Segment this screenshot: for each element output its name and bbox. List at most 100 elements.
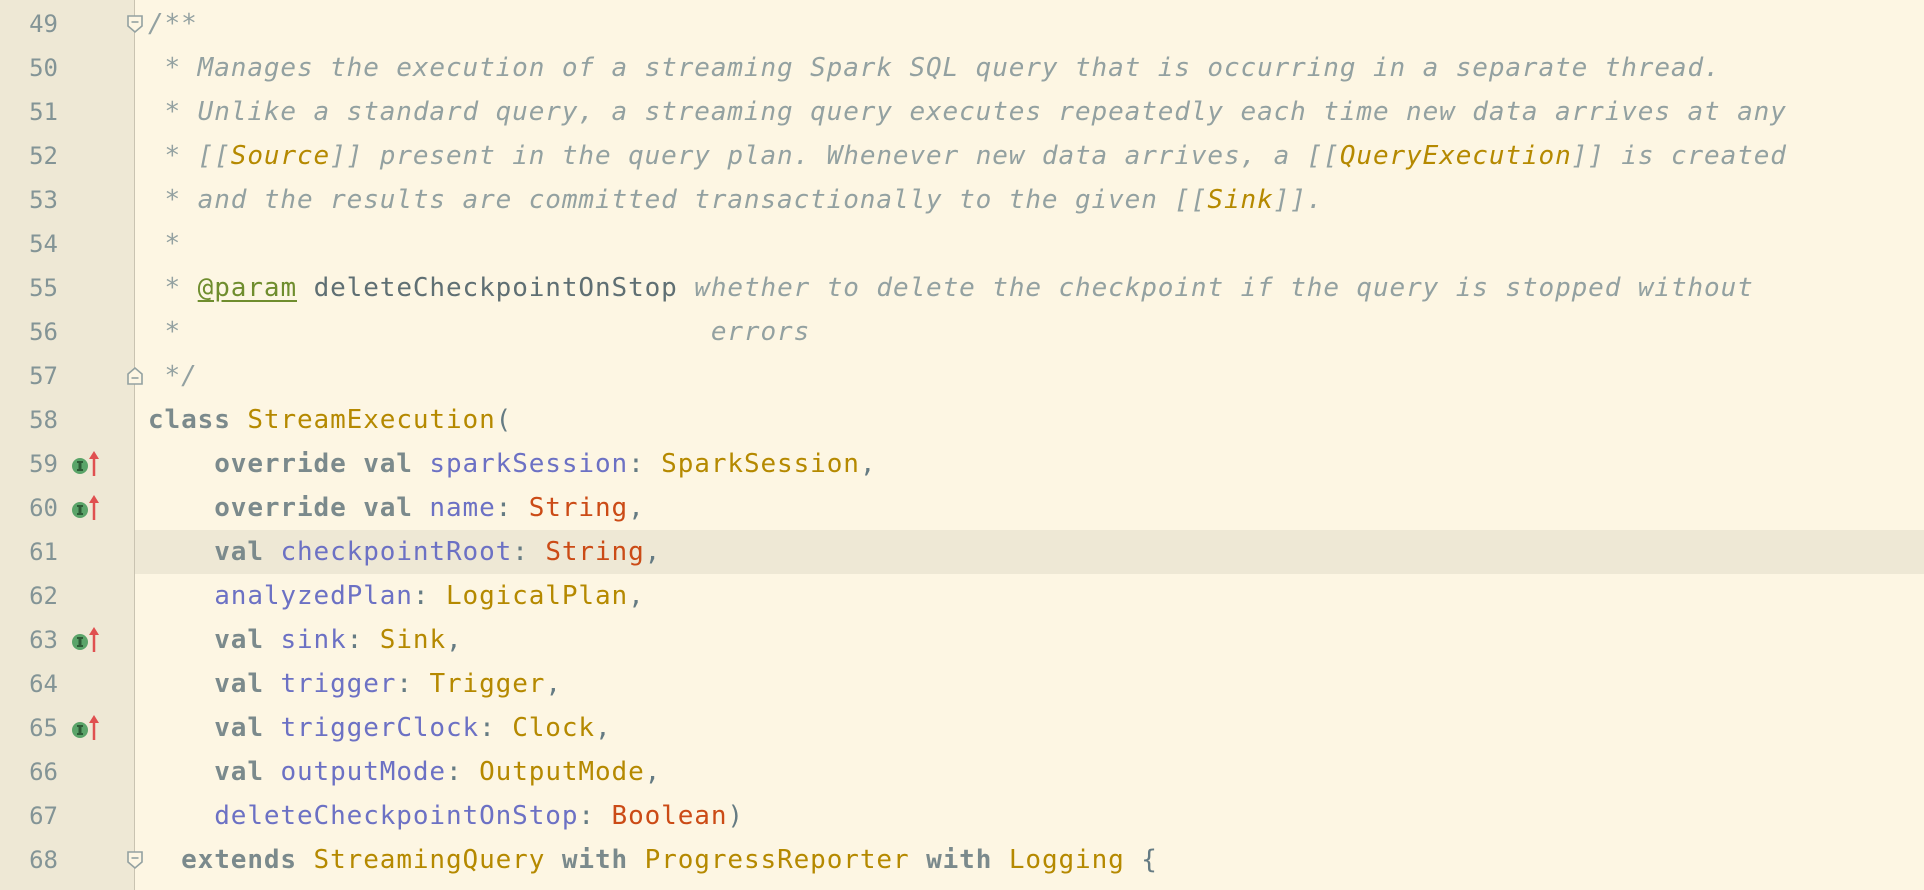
code-text[interactable]: * Manages the execution of a streaming S… bbox=[148, 46, 1721, 90]
keyword: class bbox=[148, 405, 231, 435]
comment-text bbox=[297, 273, 314, 303]
code-text[interactable]: class StreamExecution( bbox=[148, 398, 512, 442]
code-line[interactable]: 62 analyzedPlan: LogicalPlan, bbox=[0, 574, 1924, 618]
line-number: 66 bbox=[29, 758, 58, 786]
code-line[interactable]: 56 * errors bbox=[0, 310, 1924, 354]
code-text[interactable]: */ bbox=[148, 354, 198, 398]
field-name: deleteCheckpointOnStop bbox=[214, 801, 579, 831]
punctuation bbox=[628, 845, 645, 875]
type-name: Clock bbox=[512, 713, 595, 743]
code-line[interactable]: 50 * Manages the execution of a streamin… bbox=[0, 46, 1924, 90]
code-text[interactable]: override val name: String, bbox=[148, 486, 645, 530]
line-number: 62 bbox=[29, 582, 58, 610]
punctuation bbox=[148, 581, 214, 611]
code-text[interactable]: * bbox=[148, 222, 181, 266]
code-text[interactable]: override val sparkSession: SparkSession, bbox=[148, 442, 876, 486]
code-text[interactable]: val trigger: Trigger, bbox=[148, 662, 562, 706]
code-text[interactable]: * @param deleteCheckpointOnStop whether … bbox=[148, 266, 1754, 310]
code-line[interactable]: 63 val sink: Sink, bbox=[0, 618, 1924, 662]
punctuation: , bbox=[628, 493, 645, 523]
builtin-type: Boolean bbox=[611, 801, 728, 831]
line-number: 60 bbox=[29, 494, 58, 522]
keyword: val bbox=[214, 537, 264, 567]
punctuation bbox=[413, 493, 430, 523]
punctuation: : bbox=[412, 581, 446, 611]
fold-open-icon[interactable] bbox=[125, 850, 145, 870]
field-name: checkpointRoot bbox=[280, 537, 513, 567]
punctuation bbox=[264, 669, 281, 699]
code-line[interactable]: 66 val outputMode: OutputMode, bbox=[0, 750, 1924, 794]
code-text[interactable]: val triggerClock: Clock, bbox=[148, 706, 612, 750]
type-name: Logging bbox=[1008, 845, 1125, 875]
doc-link-reference: Sink bbox=[1207, 185, 1274, 215]
keyword: extends bbox=[181, 845, 297, 875]
code-text[interactable]: analyzedPlan: LogicalPlan, bbox=[148, 574, 645, 618]
punctuation bbox=[264, 757, 281, 787]
code-line[interactable]: 57 */ bbox=[0, 354, 1924, 398]
implements-override-icon[interactable] bbox=[70, 451, 102, 477]
fold-close-icon[interactable] bbox=[125, 366, 145, 386]
line-number: 53 bbox=[29, 186, 58, 214]
code-editor[interactable]: 49 /** 50 * Manages the execution of a str… bbox=[0, 0, 1924, 890]
punctuation: , bbox=[644, 757, 662, 787]
comment-text: * Manages the execution of a streaming S… bbox=[148, 53, 1721, 83]
punctuation bbox=[148, 713, 214, 743]
code-line[interactable]: 65 val triggerClock: Clock, bbox=[0, 706, 1924, 750]
punctuation bbox=[148, 493, 214, 523]
code-line[interactable]: 58 class StreamExecution( bbox=[0, 398, 1924, 442]
code-text[interactable]: * and the results are committed transact… bbox=[148, 178, 1323, 222]
code-line[interactable]: 55 * @param deleteCheckpointOnStop wheth… bbox=[0, 266, 1924, 310]
comment-text: whether to delete the checkpoint if the … bbox=[677, 273, 1754, 303]
doc-param-name: deleteCheckpointOnStop bbox=[313, 273, 678, 303]
code-text[interactable]: * errors bbox=[148, 310, 810, 354]
code-line[interactable]: 54 * bbox=[0, 222, 1924, 266]
type-name: LogicalPlan bbox=[445, 581, 629, 611]
code-line[interactable]: 52 * [[Source]] present in the query pla… bbox=[0, 134, 1924, 178]
punctuation bbox=[231, 405, 248, 435]
field-name: analyzedPlan bbox=[214, 581, 413, 611]
keyword: with bbox=[561, 845, 629, 875]
code-line[interactable]: 64 val trigger: Trigger, bbox=[0, 662, 1924, 706]
keyword: override val bbox=[214, 449, 413, 479]
punctuation: { bbox=[1124, 845, 1158, 875]
comment-text: /** bbox=[148, 9, 198, 39]
code-text[interactable]: deleteCheckpointOnStop: Boolean) bbox=[148, 794, 744, 838]
code-line[interactable]: 53 * and the results are committed trans… bbox=[0, 178, 1924, 222]
code-line[interactable]: 59 override val sparkSession: SparkSessi… bbox=[0, 442, 1924, 486]
line-number: 55 bbox=[29, 274, 58, 302]
line-number: 65 bbox=[29, 714, 58, 742]
punctuation bbox=[992, 845, 1009, 875]
doc-link-reference: QueryExecution bbox=[1339, 141, 1572, 171]
line-number: 58 bbox=[29, 406, 58, 434]
punctuation: : bbox=[446, 757, 480, 787]
fold-open-icon[interactable] bbox=[125, 14, 145, 34]
implements-override-icon[interactable] bbox=[70, 715, 102, 741]
builtin-type: String bbox=[528, 493, 629, 523]
code-text[interactable]: val sink: Sink, bbox=[148, 618, 463, 662]
code-text[interactable]: * [[Source]] present in the query plan. … bbox=[148, 134, 1787, 178]
code-text[interactable]: /** bbox=[148, 2, 198, 46]
line-number: 64 bbox=[29, 670, 58, 698]
code-line[interactable]: 60 override val name: String, bbox=[0, 486, 1924, 530]
punctuation bbox=[297, 845, 314, 875]
type-name: OutputMode bbox=[479, 757, 645, 787]
code-text[interactable]: val outputMode: OutputMode, bbox=[148, 750, 661, 794]
code-line[interactable]: 51 * Unlike a standard query, a streamin… bbox=[0, 90, 1924, 134]
code-line[interactable]: 67 deleteCheckpointOnStop: Boolean) bbox=[0, 794, 1924, 838]
comment-text: * bbox=[148, 273, 198, 303]
implements-override-icon[interactable] bbox=[70, 495, 102, 521]
comment-text: * bbox=[148, 229, 182, 259]
type-name: StreamExecution bbox=[247, 405, 496, 435]
code-line[interactable]: 68 extends StreamingQuery with ProgressR… bbox=[0, 838, 1924, 882]
code-text[interactable]: * Unlike a standard query, a streaming q… bbox=[148, 90, 1787, 134]
code-text[interactable]: extends StreamingQuery with ProgressRepo… bbox=[148, 838, 1158, 882]
code-line[interactable]: 49 /** bbox=[0, 2, 1924, 46]
line-number: 57 bbox=[29, 362, 58, 390]
code-text[interactable]: val checkpointRoot: String, bbox=[148, 530, 661, 574]
punctuation: , bbox=[644, 537, 662, 567]
line-number: 50 bbox=[29, 54, 58, 82]
code-line-current[interactable]: 61 val checkpointRoot: String, bbox=[0, 530, 1924, 574]
implements-override-icon[interactable] bbox=[70, 627, 102, 653]
punctuation: , bbox=[446, 625, 463, 655]
comment-text: * Unlike a standard query, a streaming q… bbox=[148, 97, 1787, 127]
